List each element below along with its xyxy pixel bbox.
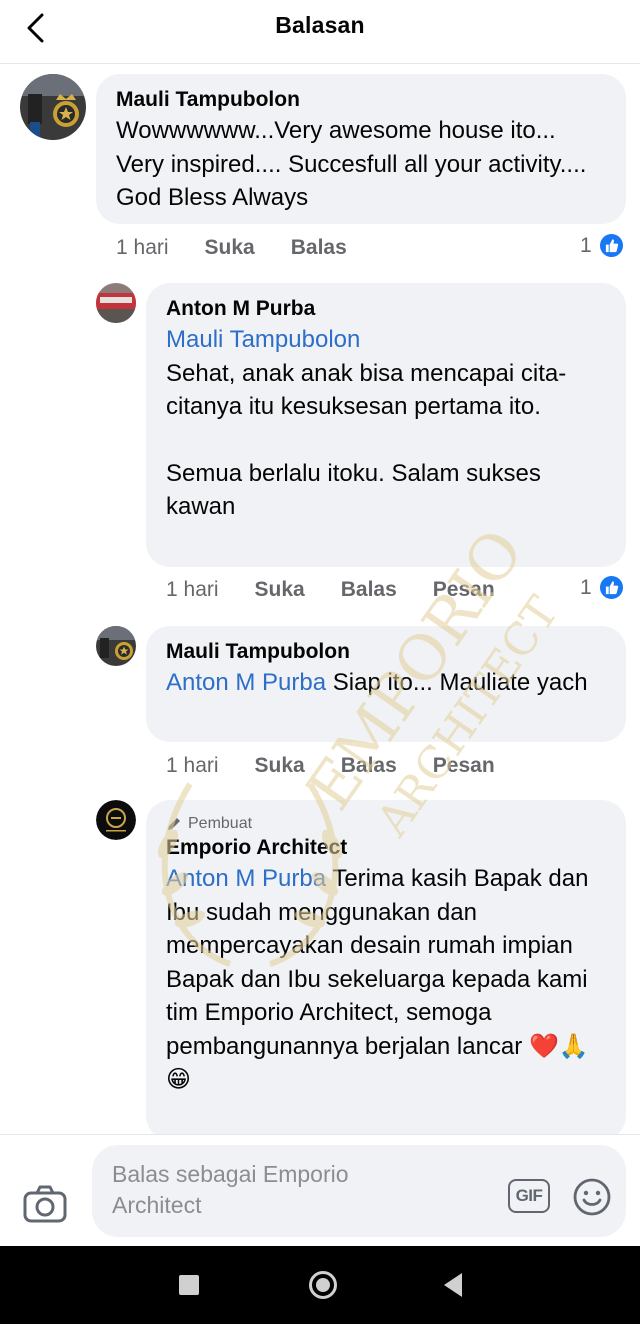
reaction-summary[interactable]: 1 [580, 232, 625, 259]
comment-text: Anton M Purba Siap ito... Mauliate yach [166, 666, 606, 700]
home-icon[interactable] [309, 1271, 337, 1299]
message-button[interactable]: Pesan [433, 754, 495, 778]
reply-button[interactable]: Balas [341, 578, 397, 602]
comment-bubble[interactable]: Mauli Tampubolon Wowwwwww...Very awesome… [96, 74, 626, 224]
reaction-count: 1 [580, 575, 592, 599]
back-triangle-icon[interactable] [444, 1273, 462, 1297]
mention-link[interactable]: Anton M Purba [166, 669, 326, 696]
comment-time[interactable]: 1 hari [166, 754, 219, 778]
comment-text: Sehat, anak anak bisa mencapai cita-cita… [166, 359, 567, 421]
system-navigation-bar [0, 1246, 640, 1324]
badge-label: Pembuat [188, 815, 253, 832]
comment-bubble[interactable]: Pembuat Emporio Architect Anton M Purba … [146, 800, 626, 1134]
reply-button[interactable]: Balas [341, 754, 397, 778]
reaction-summary[interactable]: 1 [580, 574, 625, 601]
reply-input[interactable]: Balas sebagai Emporio Architect GIF [92, 1145, 626, 1237]
author-badge: Pembuat [166, 814, 606, 834]
avatar[interactable] [96, 626, 136, 666]
comment-author[interactable]: Mauli Tampubolon [116, 86, 606, 114]
reaction-count: 1 [580, 233, 592, 257]
thumbs-up-icon [597, 574, 625, 601]
page-title: Balasan [275, 12, 365, 38]
reply-placeholder: Balas sebagai Emporio Architect [112, 1161, 349, 1218]
like-button[interactable]: Suka [255, 578, 305, 602]
comment-text: Wowwwwww...Very awesome house ito... Ver… [116, 117, 587, 211]
avatar[interactable] [20, 74, 86, 140]
comment-time[interactable]: 1 hari [166, 578, 219, 602]
comment-body: Siap ito... Mauliate yach [326, 669, 588, 696]
comment-body: Terima kasih Bapak dan Ibu sudah menggun… [166, 865, 589, 1060]
like-button[interactable]: Suka [255, 754, 305, 778]
thumbs-up-icon [597, 232, 625, 259]
gif-button[interactable]: GIF [508, 1179, 550, 1213]
comment-author[interactable]: Mauli Tampubolon [166, 638, 606, 666]
replies-feed[interactable]: Mauli Tampubolon Wowwwwww...Very awesome… [0, 64, 640, 1134]
comment-actions: 1 hari Suka Balas Pesan [166, 578, 531, 602]
comment-author[interactable]: Anton M Purba [166, 295, 606, 323]
message-button[interactable]: Pesan [433, 578, 495, 602]
recent-apps-icon[interactable] [179, 1275, 199, 1295]
camera-icon[interactable] [22, 1183, 68, 1225]
reply-button[interactable]: Balas [291, 236, 347, 260]
like-button[interactable]: Suka [205, 236, 255, 260]
page-logo-avatar[interactable] [96, 800, 136, 840]
comment-bubble[interactable]: Anton M Purba Mauli Tampubolon Sehat, an… [146, 283, 626, 567]
reply-composer: Balas sebagai Emporio Architect GIF [0, 1134, 640, 1246]
mention-link[interactable]: Mauli Tampubolon [166, 323, 606, 357]
comment-author[interactable]: Emporio Architect [166, 834, 606, 862]
comment-time[interactable]: 1 hari [116, 236, 169, 260]
top-app-bar: Balasan [0, 0, 640, 64]
emoji-icon[interactable] [572, 1177, 612, 1217]
comment-actions: 1 hari Suka Balas [116, 236, 383, 260]
comment-bubble[interactable]: Mauli Tampubolon Anton M Purba Siap ito.… [146, 626, 626, 742]
pencil-icon [168, 818, 180, 830]
comment-text: Anton M Purba Terima kasih Bapak dan Ibu… [166, 862, 606, 1097]
avatar[interactable] [96, 283, 136, 323]
comment-text: Semua berlalu itoku. Salam sukses kawan [166, 459, 541, 521]
mention-link[interactable]: Anton M Purba [166, 865, 326, 892]
comment-actions: 1 hari Suka Balas Pesan [166, 754, 531, 778]
